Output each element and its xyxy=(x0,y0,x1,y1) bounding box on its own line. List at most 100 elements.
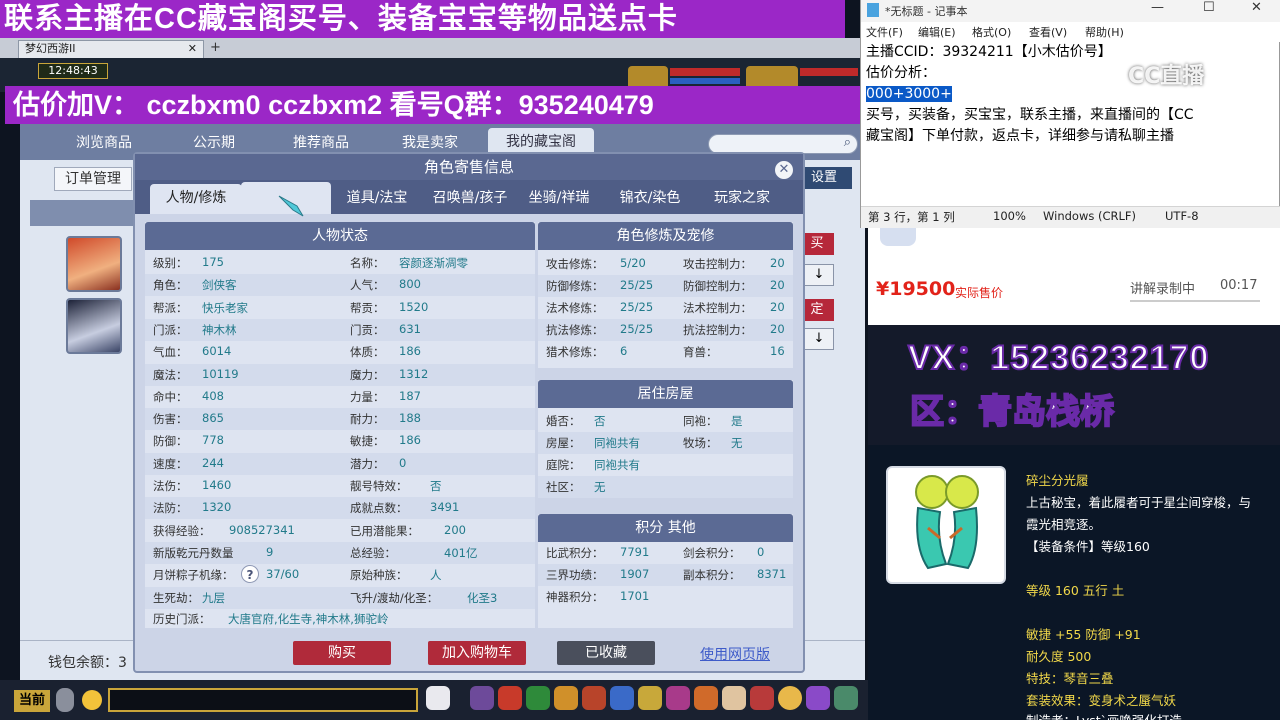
search-input[interactable]: ⌕ xyxy=(708,134,858,154)
item-level: 等级 160 五行 土 xyxy=(1026,583,1125,598)
list-buy-button[interactable]: 买 xyxy=(800,233,834,255)
menu-file[interactable]: 文件(F) xyxy=(866,24,903,40)
section-title-house: 居住房屋 xyxy=(538,380,793,408)
item-durability: 耐久度 500 xyxy=(1026,649,1092,664)
cultivation-label: 抗法控制力： xyxy=(683,323,752,337)
search-icon[interactable]: ⌕ xyxy=(844,135,851,150)
menu-format[interactable]: 格式(O) xyxy=(972,24,1011,40)
status-value: 9 xyxy=(266,544,274,559)
status-value: 401亿 xyxy=(444,545,478,560)
nav-recommend[interactable]: 推荐商品 xyxy=(293,132,349,154)
add-to-cart-button[interactable]: 加入购物车 xyxy=(428,641,526,665)
scroll-down-arrow-icon[interactable]: ↓ xyxy=(804,264,834,286)
close-icon[interactable]: ✕ xyxy=(1251,0,1262,15)
status-label: 法伤： xyxy=(153,479,188,493)
emoji-icon[interactable] xyxy=(82,690,102,710)
tab-home[interactable]: 玩家之家 xyxy=(702,184,782,214)
maximize-icon[interactable]: ☐ xyxy=(1203,0,1215,15)
status-value: 化圣3 xyxy=(467,590,498,605)
nav-seller[interactable]: 我是卖家 xyxy=(402,132,458,154)
cultivation-value: 25/25 xyxy=(620,300,654,314)
cultivation-label: 攻击控制力： xyxy=(683,257,752,271)
help-icon[interactable]: ? xyxy=(241,565,259,583)
cultivation-value: 25/25 xyxy=(620,278,654,292)
nav-browse[interactable]: 浏览商品 xyxy=(76,132,132,154)
skill-icon[interactable] xyxy=(526,686,550,710)
section-title-cultivation: 角色修炼及宠修 xyxy=(538,222,793,250)
cultivation-label: 攻击修炼： xyxy=(546,257,604,271)
boots-icon xyxy=(915,475,979,570)
status-label: 原始种族： xyxy=(350,568,408,583)
tab-clothes[interactable]: 锦衣/染色 xyxy=(610,184,690,214)
list-fixed-button[interactable]: 定 xyxy=(800,299,834,321)
menu-edit[interactable]: 编辑(E) xyxy=(918,24,956,40)
task-icon[interactable] xyxy=(554,686,578,710)
settings-gear-icon[interactable] xyxy=(834,686,858,710)
points-value: 1701 xyxy=(620,589,650,603)
friend-icon[interactable] xyxy=(610,686,634,710)
status-value: 10119 xyxy=(202,366,239,381)
avatar[interactable] xyxy=(66,236,122,292)
gift-icon[interactable] xyxy=(722,686,746,710)
listing-thumbnail[interactable] xyxy=(880,228,916,246)
close-icon[interactable]: ✕ xyxy=(774,160,794,180)
status-value: 1460 xyxy=(202,478,232,492)
status-value: 188 xyxy=(399,411,421,426)
status-label: 月饼粽子机缘： xyxy=(153,568,234,583)
status-label: 防御： xyxy=(153,434,188,449)
cultivation-value: 20 xyxy=(770,278,785,292)
item-desc: 霞光相竞逐。 xyxy=(1026,517,1102,532)
minimize-icon[interactable]: — xyxy=(1151,0,1164,15)
house-label: 婚否： xyxy=(546,414,581,428)
microphone-icon[interactable] xyxy=(56,688,74,712)
tab-items[interactable]: 道具/法宝 xyxy=(338,184,416,214)
trade-icon[interactable] xyxy=(666,686,690,710)
house-value: 是 xyxy=(731,414,743,428)
close-icon[interactable]: ✕ xyxy=(188,41,197,57)
status-label: 帮派： xyxy=(153,300,188,315)
feather-cursor-icon xyxy=(278,195,304,217)
menu-view[interactable]: 查看(V) xyxy=(1029,24,1067,40)
tab-character[interactable]: 人物/修炼 xyxy=(150,184,242,214)
channel-current-button[interactable]: 当前 xyxy=(14,690,50,712)
notepad-title: *无标题 - 记事本 xyxy=(885,5,968,18)
shop-icon[interactable] xyxy=(694,686,718,710)
nav-public[interactable]: 公示期 xyxy=(193,132,235,154)
status-value: 神木林 xyxy=(202,322,237,337)
promo-banner-second: 估价加V： cczbxm0 cczbxm2 看号Q群：935240479 xyxy=(5,86,868,124)
smiley-icon[interactable] xyxy=(778,686,802,710)
section-title-status: 人物状态 xyxy=(145,222,535,250)
menu-help[interactable]: 帮助(H) xyxy=(1085,24,1124,40)
player-hp-bar xyxy=(800,68,858,76)
team-icon[interactable] xyxy=(582,686,606,710)
encoding: UTF-8 xyxy=(1165,209,1199,223)
cc-live-watermark: CC直播 xyxy=(1128,64,1205,89)
status-value: 人 xyxy=(430,568,442,583)
web-version-link[interactable]: 使用网页版 xyxy=(700,644,770,664)
tab-summons[interactable]: 召唤兽/孩子 xyxy=(422,184,518,214)
status-label: 法防： xyxy=(153,501,188,516)
listing-price: ¥19500 xyxy=(876,278,956,300)
house-label: 房屋： xyxy=(546,436,581,450)
weapon-icon[interactable] xyxy=(470,686,494,710)
new-tab-icon[interactable]: + xyxy=(210,40,221,55)
guild-icon[interactable] xyxy=(638,686,662,710)
activity-icon[interactable] xyxy=(750,686,774,710)
status-value: 200 xyxy=(444,522,466,537)
buy-button[interactable]: 购买 xyxy=(293,641,391,665)
points-label: 三界功绩： xyxy=(546,568,604,582)
tab-mounts[interactable]: 坐骑/祥瑞 xyxy=(520,184,598,214)
pet-icon[interactable] xyxy=(426,686,450,710)
avatar[interactable] xyxy=(66,298,122,354)
status-label: 级别： xyxy=(153,256,188,270)
system-icon[interactable] xyxy=(806,686,830,710)
notepad-line: 买号，买装备，买宝宝，联系主播，来直播间的【CC xyxy=(866,107,1194,123)
chat-input[interactable] xyxy=(108,688,418,712)
browser-tab[interactable]: 梦幻西游II ✕ xyxy=(18,40,204,58)
collected-button[interactable]: 已收藏 xyxy=(557,641,655,665)
status-label: 门贡： xyxy=(350,322,385,337)
bag-icon[interactable] xyxy=(498,686,522,710)
scroll-down-arrow-icon[interactable]: ↓ xyxy=(804,328,834,350)
order-manage-button[interactable]: 订单管理 xyxy=(54,167,132,191)
status-value: 244 xyxy=(202,455,224,470)
